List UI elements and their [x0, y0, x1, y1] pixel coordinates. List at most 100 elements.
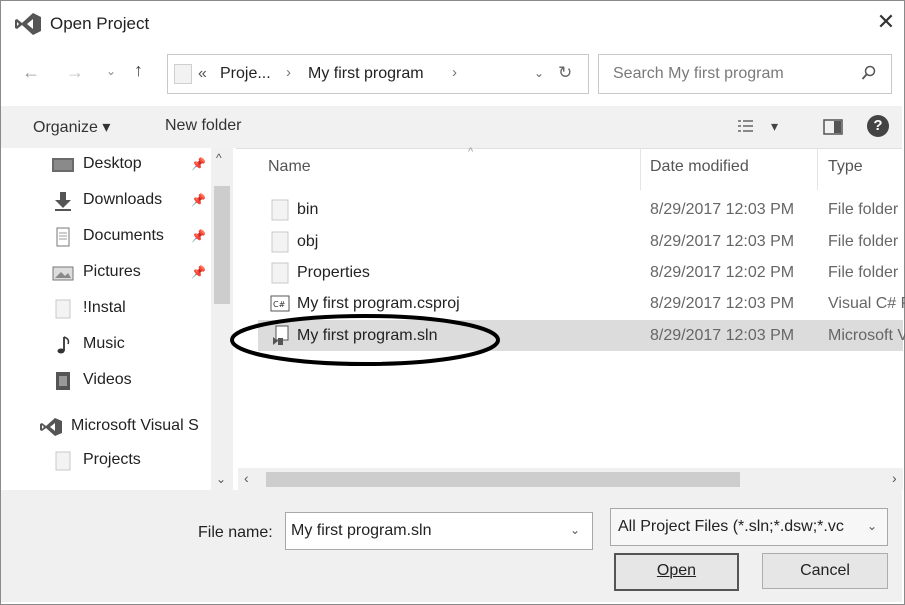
folder-icon: [174, 64, 192, 84]
file-list-scroll-thumb[interactable]: [266, 472, 740, 487]
preview-pane-icon[interactable]: [823, 119, 843, 135]
up-arrow-icon[interactable]: ↑: [134, 60, 143, 81]
breadcrumb-separator-icon[interactable]: ›: [286, 64, 291, 81]
sidebar-item-projects[interactable]: Projects: [1, 444, 206, 478]
folder-icon: [270, 199, 290, 221]
video-icon: [51, 371, 75, 391]
search-icon[interactable]: [861, 65, 877, 81]
sidebar-item-label: Music: [83, 335, 125, 352]
command-bar: Organize ▾ New folder ▾ ?: [1, 106, 902, 149]
file-row-obj[interactable]: obj 8/29/2017 12:03 PM File folder: [258, 226, 903, 257]
pin-icon[interactable]: 📌: [191, 193, 206, 207]
pictures-icon: [51, 263, 75, 283]
svg-text:C#: C#: [273, 300, 286, 309]
sidebar-item-videos[interactable]: Videos: [1, 364, 206, 398]
new-folder-button[interactable]: New folder: [165, 117, 241, 135]
column-header-date-modified[interactable]: Date modified: [650, 158, 749, 176]
close-button[interactable]: ✕: [872, 8, 900, 36]
highlight-ellipse: [226, 310, 506, 372]
visual-studio-logo-icon: [14, 12, 42, 36]
scroll-right-icon[interactable]: ›: [892, 470, 897, 486]
sidebar-item-label: Projects: [83, 451, 141, 468]
forward-arrow-icon[interactable]: →: [66, 62, 84, 83]
music-icon: [51, 335, 75, 355]
sidebar-item-label: Documents: [83, 227, 164, 244]
sidebar-item-instal[interactable]: !Instal: [1, 292, 206, 326]
search-input[interactable]: Search My first program: [613, 65, 784, 83]
file-name: Properties: [297, 264, 370, 281]
scroll-up-icon[interactable]: ^: [216, 151, 222, 165]
sidebar-item-documents[interactable]: Documents 📌: [1, 220, 206, 254]
sort-indicator-icon: ^: [468, 146, 474, 158]
sidebar-item-pictures[interactable]: Pictures 📌: [1, 256, 206, 290]
document-icon: [51, 227, 75, 247]
filter-dropdown-icon[interactable]: ⌄: [867, 519, 877, 533]
view-options-chevron-down-icon[interactable]: ▾: [771, 118, 778, 135]
column-divider[interactable]: [640, 148, 641, 190]
desktop-icon: [51, 155, 75, 175]
column-divider[interactable]: [817, 148, 818, 190]
breadcrumb-projects[interactable]: Proje...: [220, 65, 271, 83]
sidebar-item-label: Microsoft Visual S: [71, 417, 199, 434]
breadcrumb-overflow[interactable]: «: [198, 65, 207, 83]
sidebar-item-music[interactable]: Music: [1, 328, 206, 362]
sidebar-item-label: Desktop: [83, 155, 142, 172]
navigation-pane: Desktop 📌 Downloads 📌 Documents 📌 Pictur…: [1, 148, 236, 490]
file-date: 8/29/2017 12:03 PM: [650, 233, 795, 250]
visual-studio-icon: [39, 417, 63, 437]
file-row-properties[interactable]: Properties 8/29/2017 12:02 PM File folde…: [258, 257, 903, 288]
file-type-filter-value[interactable]: All Project Files (*.sln;*.dsw;*.vc: [618, 518, 862, 536]
scroll-left-icon[interactable]: ‹: [244, 470, 249, 486]
file-type: Microsoft V: [828, 327, 905, 344]
file-name: bin: [297, 201, 319, 218]
column-header-name[interactable]: Name: [268, 158, 311, 176]
navigation-scroll-thumb[interactable]: [214, 186, 230, 304]
file-date: 8/29/2017 12:03 PM: [650, 327, 795, 344]
file-date: 8/29/2017 12:03 PM: [650, 295, 795, 312]
file-type: File folder: [828, 264, 899, 281]
file-name: obj: [297, 233, 319, 250]
view-options-icon[interactable]: [737, 118, 755, 134]
file-name-field[interactable]: My first program.sln ⌄: [285, 512, 593, 550]
organize-button[interactable]: Organize ▾: [33, 117, 110, 137]
sidebar-item-desktop[interactable]: Desktop 📌: [1, 148, 206, 182]
address-bar[interactable]: « Proje... › My first program › ⌄ ↻: [167, 54, 589, 94]
pin-icon[interactable]: 📌: [191, 157, 206, 171]
file-date: 8/29/2017 12:03 PM: [650, 201, 795, 218]
scroll-down-icon[interactable]: ⌄: [216, 472, 226, 486]
open-button[interactable]: Open: [614, 553, 739, 591]
folder-icon: [270, 262, 290, 284]
breadcrumb-separator-icon[interactable]: ›: [452, 64, 457, 81]
breadcrumb-current[interactable]: My first program: [308, 65, 424, 83]
file-date: 8/29/2017 12:02 PM: [650, 264, 795, 281]
help-button[interactable]: ?: [867, 115, 889, 137]
open-button-label: Open: [656, 562, 697, 579]
search-box[interactable]: Search My first program: [598, 54, 892, 94]
file-name-value[interactable]: My first program.sln: [291, 522, 431, 540]
folder-icon: [51, 451, 75, 471]
file-type: Visual C# P: [828, 295, 905, 312]
back-arrow-icon[interactable]: ←: [22, 62, 40, 83]
sidebar-item-label: Pictures: [83, 263, 141, 280]
file-row-bin[interactable]: bin 8/29/2017 12:03 PM File folder: [258, 194, 903, 225]
recent-dropdown-icon[interactable]: ⌄: [106, 64, 116, 78]
sidebar-item-label: Videos: [83, 371, 132, 388]
file-type: File folder: [828, 233, 899, 250]
column-header-type[interactable]: Type: [828, 158, 863, 176]
address-dropdown-icon[interactable]: ⌄: [534, 66, 544, 80]
file-name-dropdown-icon[interactable]: ⌄: [570, 523, 580, 537]
pin-icon[interactable]: 📌: [191, 265, 206, 279]
file-type: File folder: [828, 201, 899, 218]
folder-icon: [51, 299, 75, 319]
sidebar-item-label: !Instal: [83, 299, 126, 316]
sidebar-item-label: Downloads: [83, 191, 163, 208]
cancel-button[interactable]: Cancel: [762, 553, 888, 589]
sidebar-item-downloads[interactable]: Downloads 📌: [1, 184, 206, 218]
file-name-label: File name:: [198, 524, 273, 541]
file-type-filter-select[interactable]: All Project Files (*.sln;*.dsw;*.vc ⌄: [610, 508, 888, 546]
sidebar-item-microsoft-visual-studio[interactable]: Microsoft Visual S: [0, 410, 206, 444]
pin-icon[interactable]: 📌: [191, 229, 206, 243]
window-title: Open Project: [50, 14, 150, 33]
refresh-icon[interactable]: ↻: [558, 63, 572, 83]
folder-icon: [270, 231, 290, 253]
